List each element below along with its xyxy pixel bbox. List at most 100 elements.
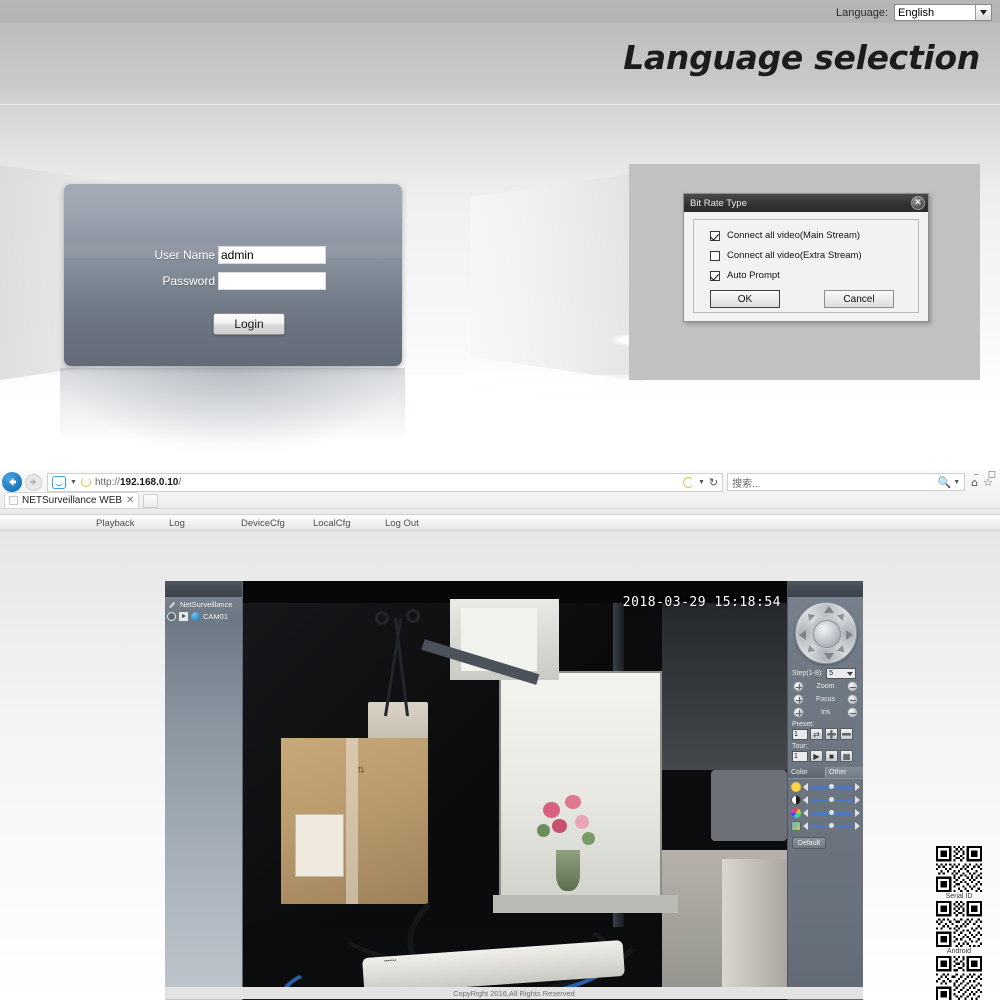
preset-input[interactable] xyxy=(792,728,808,740)
video-canvas[interactable]: ⇅ ▪▪▪▪▪▪▪ 2018-03-29 15:18:54 xyxy=(243,581,787,1000)
search-input[interactable]: 搜索... 🔍 ▼ xyxy=(727,473,966,491)
tour-input[interactable] xyxy=(792,750,808,762)
password-input[interactable] xyxy=(218,272,326,290)
menu-item-localcfg[interactable]: LocalCfg xyxy=(307,518,357,529)
language-select-value: English xyxy=(898,6,935,19)
corridor-ceiling-line xyxy=(0,104,1000,105)
saturation-increase-button[interactable] xyxy=(855,809,860,817)
ptz-right-button[interactable] xyxy=(845,630,853,640)
browser-window: – ◻ ▼ http://192.168.0.10/ ▼ ↻ 搜索... 🔍 ▼… xyxy=(0,470,1000,1000)
login-button[interactable]: Login xyxy=(213,313,285,335)
brightness-decrease-button[interactable] xyxy=(803,783,808,791)
default-button[interactable]: Default xyxy=(792,837,826,849)
forward-arrow-icon[interactable] xyxy=(25,473,42,491)
checkbox-row-main-stream[interactable]: Connect all video(Main Stream) xyxy=(710,230,918,241)
address-bar-url: http://192.168.0.10/ xyxy=(94,476,182,488)
saturation-decrease-button[interactable] xyxy=(803,809,808,817)
contrast-slider[interactable] xyxy=(810,796,853,803)
contrast-increase-button[interactable] xyxy=(855,796,860,804)
browser-tab[interactable]: NETSurveillance WEB ✕ xyxy=(4,492,140,508)
checkbox-extra-stream[interactable] xyxy=(710,250,720,261)
iris-open-button[interactable] xyxy=(793,707,804,718)
ptz-up-right-button[interactable] xyxy=(836,611,847,621)
video-area: ⇅ ▪▪▪▪▪▪▪ 2018-03-29 15:18:54 xyxy=(243,581,787,1000)
ptz-left-button[interactable] xyxy=(798,630,806,640)
search-icon[interactable]: 🔍 xyxy=(938,476,952,489)
ptz-down-left-button[interactable] xyxy=(804,645,815,655)
menu-item-playback[interactable]: Playback xyxy=(90,518,141,529)
qr-ios: IOS xyxy=(936,956,982,1000)
close-icon[interactable]: ✕ xyxy=(126,495,134,506)
favorites-star-icon[interactable]: ☆ xyxy=(983,476,993,489)
slider-knob[interactable] xyxy=(828,796,835,803)
slider-knob[interactable] xyxy=(828,809,835,816)
zoom-out-button[interactable] xyxy=(847,681,858,692)
menu-item-logout[interactable]: Log Out xyxy=(379,518,425,529)
chevron-down-icon[interactable]: ▼ xyxy=(953,479,960,486)
tab-bar: NETSurveillance WEB ✕ xyxy=(0,492,1000,509)
brightness-slider[interactable] xyxy=(810,783,853,790)
language-select[interactable]: English xyxy=(894,4,992,21)
brightness-increase-button[interactable] xyxy=(855,783,860,791)
ptz-step-row: Step(1-8): 5 xyxy=(788,664,863,679)
hue-slider[interactable] xyxy=(810,822,853,829)
slider-knob[interactable] xyxy=(828,822,835,829)
chevron-down-icon[interactable] xyxy=(975,5,991,20)
remove-preset-icon[interactable]: ➖ xyxy=(840,728,853,740)
contrast-decrease-button[interactable] xyxy=(803,796,808,804)
close-icon[interactable]: ✕ xyxy=(911,196,925,210)
chevron-down-icon[interactable]: ▼ xyxy=(698,479,705,486)
hue-increase-button[interactable] xyxy=(855,822,860,830)
focus-in-button[interactable] xyxy=(793,694,804,705)
username-input[interactable] xyxy=(218,246,326,264)
search-placeholder: 搜索... xyxy=(732,478,761,490)
checkbox-row-extra-stream[interactable]: Connect all video(Extra Stream) xyxy=(710,250,918,261)
menu-item-log[interactable]: Log xyxy=(163,518,191,529)
chevron-down-icon[interactable] xyxy=(847,672,854,676)
surveillance-shell: NetSurveillance CAM01 ⇅ ▪▪▪▪▪▪▪ 2018-03-… xyxy=(165,581,863,1000)
stop-tour-icon[interactable]: ■ xyxy=(825,750,838,762)
device-icon xyxy=(168,601,176,609)
checkbox-row-auto-prompt[interactable]: Auto Prompt xyxy=(710,270,918,281)
play-tour-icon[interactable]: ▶ xyxy=(810,750,823,762)
menu-item-devicecfg[interactable]: DeviceCfg xyxy=(235,518,291,529)
device-tree-root[interactable]: NetSurveillance xyxy=(165,597,242,609)
brightness-slider-row xyxy=(788,779,863,792)
device-tree-item-cam01[interactable]: CAM01 xyxy=(165,609,242,621)
tour-row: ▶ ■ ▦ xyxy=(788,750,863,762)
cancel-button[interactable]: Cancel xyxy=(824,290,894,308)
checkbox-main-stream[interactable] xyxy=(710,230,720,241)
ok-button[interactable]: OK xyxy=(710,290,780,308)
iris-close-button[interactable] xyxy=(847,707,858,718)
home-icon[interactable]: ⌂ xyxy=(971,476,978,489)
ptz-down-button[interactable] xyxy=(823,653,834,660)
qr-code-image xyxy=(936,956,982,1000)
tour-grid-icon[interactable]: ▦ xyxy=(840,750,853,762)
saturation-slider[interactable] xyxy=(810,809,853,816)
hue-decrease-button[interactable] xyxy=(803,822,808,830)
ptz-center-button[interactable] xyxy=(812,620,841,648)
login-panel-shadow xyxy=(60,360,405,455)
device-tree-panel: NetSurveillance CAM01 xyxy=(165,581,243,1000)
goto-preset-icon[interactable]: ⇄ xyxy=(810,728,823,740)
ptz-down-right-button[interactable] xyxy=(836,645,847,655)
slider-knob[interactable] xyxy=(828,783,835,790)
add-preset-icon[interactable]: ➕ xyxy=(825,728,838,740)
ptz-up-button[interactable] xyxy=(823,606,834,613)
focus-out-button[interactable] xyxy=(847,694,858,705)
ptz-dpad-icon[interactable] xyxy=(794,602,857,664)
refresh-icon[interactable] xyxy=(80,477,91,487)
checkbox-auto-prompt[interactable] xyxy=(710,270,720,281)
chevron-down-icon[interactable]: ▼ xyxy=(70,479,77,486)
back-arrow-icon[interactable] xyxy=(2,472,22,492)
tab-other[interactable]: Other xyxy=(825,767,863,778)
ptz-up-left-button[interactable] xyxy=(804,611,815,621)
iris-label: Iris xyxy=(820,709,831,716)
tab-color[interactable]: Color xyxy=(788,767,825,778)
ptz-step-select[interactable]: 5 xyxy=(826,668,857,679)
play-icon[interactable] xyxy=(179,612,188,621)
refresh-icon[interactable]: ↻ xyxy=(709,476,718,489)
zoom-in-button[interactable] xyxy=(793,681,804,692)
new-tab-icon[interactable] xyxy=(143,494,159,508)
address-bar[interactable]: ▼ http://192.168.0.10/ ▼ ↻ xyxy=(47,472,724,492)
